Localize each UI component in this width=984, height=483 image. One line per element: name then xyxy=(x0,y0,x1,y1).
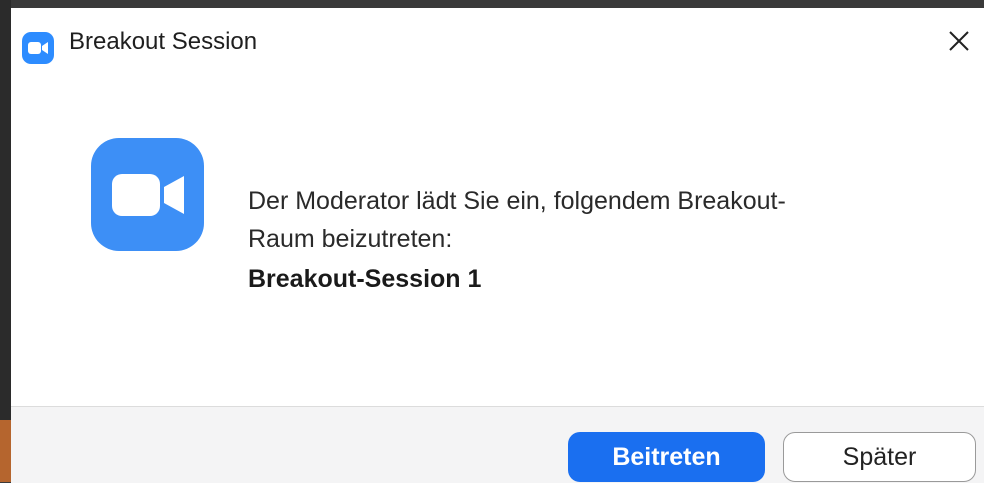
background-accent xyxy=(0,420,11,482)
invitation-message: Der Moderator lädt Sie ein, folgendem Br… xyxy=(248,182,948,298)
zoom-logo-icon xyxy=(91,138,204,251)
room-name: Breakout-Session 1 xyxy=(248,265,482,293)
message-line-1: Der Moderator lädt Sie ein, folgendem Br… xyxy=(248,187,786,215)
button-bar: Beitreten Später xyxy=(11,406,984,483)
close-button[interactable] xyxy=(934,18,984,64)
zoom-camera-icon xyxy=(22,32,54,64)
join-button[interactable]: Beitreten xyxy=(568,432,765,482)
close-icon xyxy=(949,31,969,51)
background-window-edge xyxy=(0,0,11,482)
later-button[interactable]: Später xyxy=(783,432,976,482)
window-title: Breakout Session xyxy=(69,28,258,55)
breakout-dialog: Breakout Session Der Moderator lädt Sie … xyxy=(11,8,984,483)
title-bar: Breakout Session xyxy=(11,8,984,72)
message-line-2: Raum beizutreten: xyxy=(248,225,453,253)
